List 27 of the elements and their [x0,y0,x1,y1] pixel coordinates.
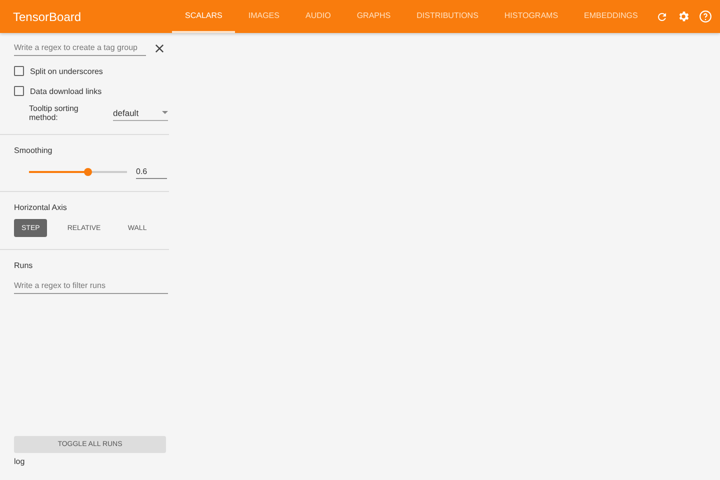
section-label: Smoothing [14,146,54,155]
section-label: Horizontal Axis [14,203,68,212]
caret-icon [162,111,168,114]
nav-tab[interactable]: GRAPHS [344,0,404,33]
settings-icon[interactable] [677,10,690,23]
checkbox-label: Split on underscores [30,66,103,76]
help-icon[interactable] [699,10,712,23]
section-label: Runs [14,261,34,270]
close-icon[interactable] [155,44,164,52]
run-name: log [14,457,25,466]
run-filter-field[interactable]: Write a regex to filter runs [14,278,168,294]
checkbox[interactable] [14,86,24,96]
nav-tab[interactable]: EMBEDDINGS [571,0,651,33]
nav-tab[interactable]: DISTRIBUTIONS [404,0,492,33]
nav-tab[interactable]: HISTOGRAMS [491,0,572,33]
checkbox[interactable] [14,66,24,76]
sorting-dropdown[interactable]: default [113,106,168,120]
slider-thumb[interactable] [84,168,92,176]
nav-tab[interactable]: AUDIO [292,0,344,33]
app-title: TensorBoard [13,10,82,24]
sorting-label: Tooltip sorting method: [29,104,80,122]
refresh-icon[interactable] [656,10,668,22]
checkbox-label: Data download links [30,86,102,96]
nav-tab[interactable]: IMAGES [235,0,292,33]
nav-tab[interactable]: SCALARS [172,0,236,33]
smoothing-value[interactable]: 0.6 [136,165,167,179]
tag-group-field[interactable]: Write a regex to create a tag group [14,40,146,56]
